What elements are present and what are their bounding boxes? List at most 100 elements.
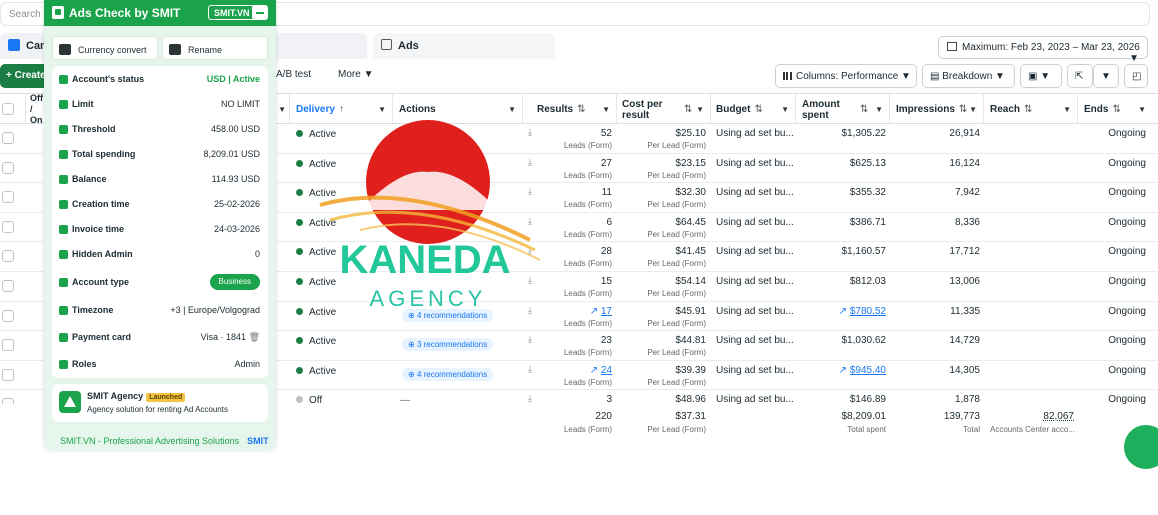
- more-button[interactable]: More ▼: [338, 69, 373, 80]
- col-impressions[interactable]: Impressions ⇅ ▼: [892, 94, 984, 125]
- export-icon: ⇱: [1075, 71, 1084, 82]
- smit-site-badge[interactable]: SMIT.VN: [208, 5, 256, 20]
- chevron-down-icon: ▼: [696, 105, 704, 114]
- col-name-menu[interactable]: ▼: [276, 94, 290, 125]
- panel-title: Ads Check by SMIT: [69, 6, 181, 20]
- select-all-header[interactable]: [0, 94, 26, 125]
- results-number: 17: [600, 305, 612, 317]
- account-field-value: 25-02-2026: [214, 199, 260, 209]
- download-icon[interactable]: ⤓: [528, 364, 532, 375]
- row-checkbox[interactable]: [2, 191, 14, 204]
- smit-agency-card[interactable]: SMIT Agency Launched Agency solution for …: [52, 384, 268, 422]
- sort-icon: ⇅: [860, 104, 869, 115]
- account-field-value: 114.93 USD: [212, 174, 260, 184]
- col-ends[interactable]: Ends ⇅ ▼: [1080, 94, 1152, 125]
- recommendations-badge[interactable]: ⊕ 4 recommendations: [402, 308, 494, 322]
- account-field: Account type Business: [58, 273, 264, 293]
- download-icon[interactable]: ⤓: [528, 334, 532, 345]
- recommendations-badge[interactable]: ⊕ 3 recommendations: [402, 338, 494, 352]
- field-icon: [59, 333, 68, 342]
- row-checkbox[interactable]: [2, 368, 14, 381]
- recommendations-badge[interactable]: ⊕ 4 recommendations: [402, 367, 494, 381]
- row-checkbox[interactable]: [2, 220, 14, 233]
- col-results-label: Results: [537, 104, 574, 115]
- rename-button[interactable]: Rename: [162, 36, 268, 60]
- cost-value: $64.45: [675, 216, 706, 228]
- help-chat-bubble[interactable]: [1124, 425, 1158, 469]
- export-button[interactable]: ⇱: [1067, 64, 1093, 88]
- row-checkbox[interactable]: [2, 250, 14, 263]
- export-menu-button[interactable]: ▼: [1093, 64, 1119, 88]
- col-amount-spent[interactable]: Amount spent ⇅ ▼: [798, 94, 890, 125]
- delivery-label: Active: [309, 217, 337, 229]
- pencil-icon: [169, 44, 181, 55]
- recommendations-label: 3 recommendations: [416, 340, 488, 350]
- download-icon[interactable]: ⤓: [528, 127, 532, 138]
- cost-value: $44.81: [675, 335, 706, 347]
- col-reach[interactable]: Reach ⇅ ▼: [986, 94, 1078, 125]
- results-sub: Leads (Form): [563, 141, 612, 150]
- budget-value: Using ad set bu...: [716, 157, 794, 169]
- download-icon[interactable]: ⤓: [528, 305, 532, 316]
- download-icon[interactable]: ⤓: [528, 245, 532, 256]
- row-checkbox[interactable]: [2, 132, 14, 144]
- col-cost-per-result[interactable]: Cost per result ⇅ ▼: [618, 94, 711, 125]
- account-field: Hidden Admin 0: [58, 245, 264, 265]
- date-range-picker[interactable]: Maximum: Feb 23, 2023 – Mar 23, 2026 ▼: [938, 36, 1148, 64]
- download-icon[interactable]: ⤓: [528, 157, 532, 168]
- row-checkbox[interactable]: [2, 280, 14, 292]
- account-field-value: Admin: [234, 359, 260, 369]
- total-reach[interactable]: 82,067: [1010, 411, 1074, 422]
- columns-button[interactable]: Columns: Performance ▼: [775, 64, 917, 88]
- impressions-value: 16,124: [949, 157, 980, 169]
- results-sub: Leads (Form): [563, 377, 612, 387]
- col-off-on[interactable]: Off / On: [26, 93, 46, 125]
- download-icon[interactable]: ⤓: [528, 275, 532, 286]
- spent-value: ↗ $780.52: [810, 306, 886, 317]
- ends-value: Ongoing: [1108, 305, 1146, 317]
- download-icon[interactable]: ⤓: [528, 393, 532, 404]
- account-field-value-text: Admin: [234, 359, 260, 369]
- panel-footer[interactable]: SMIT.VN - Professional Advertising Solut…: [60, 436, 269, 446]
- account-field-value: 0: [255, 249, 260, 259]
- spent-value: ↗ $945.40: [810, 365, 886, 376]
- col-budget[interactable]: Budget ⇅ ▼: [712, 94, 796, 125]
- cost-sub: Per Lead (Form): [647, 348, 706, 358]
- col-ends-label: Ends: [1084, 104, 1109, 115]
- row-checkbox[interactable]: [2, 161, 14, 174]
- smit-footer-logo: SMIT: [247, 436, 269, 446]
- col-results[interactable]: Results ⇅ ▼: [529, 94, 617, 125]
- spent-number: $1,160.57: [841, 246, 887, 258]
- delivery-status: Active: [296, 277, 336, 288]
- account-field-value-text: 114.93 USD: [211, 174, 260, 184]
- status-dot-icon: [296, 218, 303, 226]
- trash-icon[interactable]: 🗑: [249, 332, 260, 342]
- campaign-icon: [8, 39, 20, 51]
- charts-button[interactable]: ◰: [1124, 64, 1148, 88]
- impressions-value: 13,006: [949, 276, 980, 287]
- spent-number: $945.40: [849, 364, 886, 376]
- minimize-button[interactable]: [252, 5, 268, 20]
- delivery-status: Active: [296, 307, 336, 318]
- ab-test-button[interactable]: A/B test: [276, 69, 311, 80]
- breakdown-button[interactable]: ▤ Breakdown ▼: [922, 64, 1015, 88]
- col-actions[interactable]: Actions ▼: [395, 94, 523, 125]
- select-all-checkbox[interactable]: [2, 103, 14, 115]
- account-field-value: 8,209.01 USD: [203, 149, 260, 159]
- currency-convert-button[interactable]: Currency convert: [52, 36, 158, 60]
- row-checkbox[interactable]: [2, 339, 14, 352]
- account-field-value: USD | Active: [207, 74, 260, 84]
- row-checkbox[interactable]: [2, 309, 14, 322]
- col-delivery[interactable]: Delivery ↑ ▼: [292, 94, 393, 125]
- delivery-label: Active: [309, 365, 337, 377]
- tab-ads[interactable]: Ads: [373, 33, 555, 59]
- spent-number: $386.71: [849, 216, 886, 228]
- sort-asc-icon: ↑: [338, 104, 344, 115]
- results-sub: Leads (Form): [563, 348, 612, 358]
- reports-button[interactable]: ▣ ▼: [1020, 64, 1062, 88]
- impressions-value: 11,335: [950, 305, 980, 317]
- total-reach-sub: Accounts Center acco...: [990, 425, 1075, 434]
- download-icon[interactable]: ⤓: [528, 186, 532, 197]
- create-button[interactable]: + Create: [0, 64, 50, 88]
- download-icon[interactable]: ⤓: [528, 216, 532, 227]
